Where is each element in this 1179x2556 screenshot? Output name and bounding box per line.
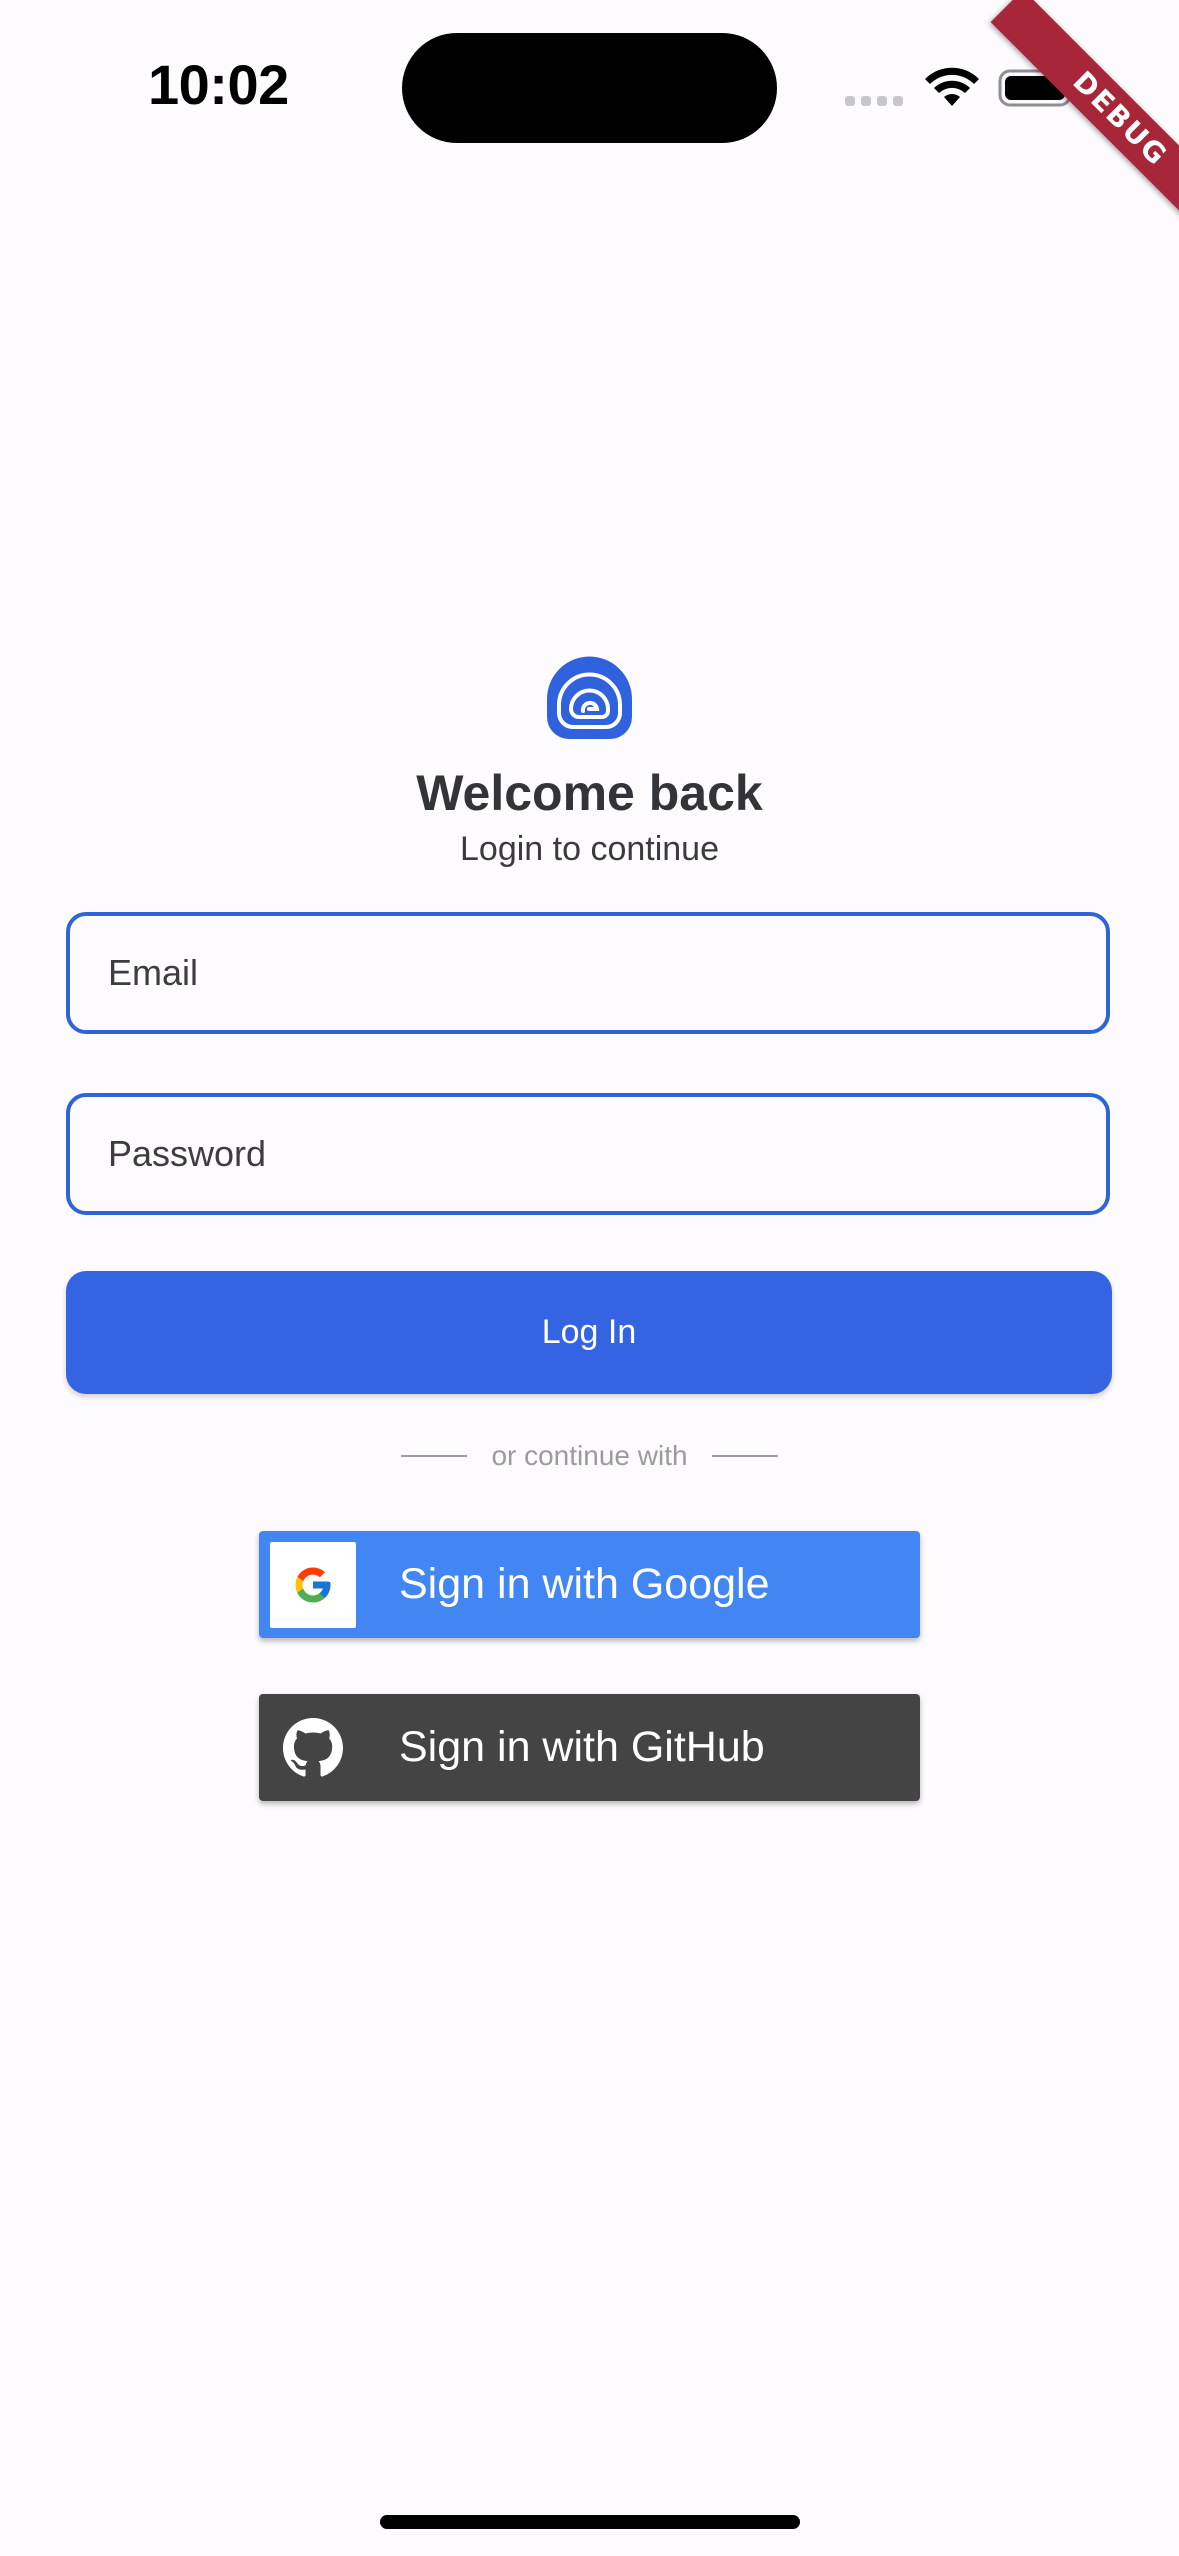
github-icon-wrap — [270, 1705, 356, 1791]
page-subtitle: Login to continue — [460, 830, 719, 868]
password-field[interactable]: Password — [66, 1093, 1110, 1215]
cell-signal-icon — [845, 94, 907, 108]
google-icon-box — [270, 1541, 356, 1628]
debug-ribbon: DEBUG — [990, 0, 1179, 249]
google-button-label: Sign in with Google — [399, 1560, 770, 1608]
page-title: Welcome back — [416, 765, 763, 821]
or-divider: or continue with — [0, 1436, 1179, 1476]
divider-line-right — [711, 1455, 778, 1457]
password-placeholder: Password — [108, 1133, 267, 1174]
github-octocat-icon — [283, 1717, 343, 1777]
home-indicator[interactable] — [380, 2515, 800, 2529]
wifi-icon — [925, 67, 979, 106]
google-sign-in-button[interactable]: Sign in with Google — [259, 1531, 920, 1638]
login-button-label: Log In — [541, 1313, 637, 1351]
email-field[interactable]: Email — [66, 912, 1110, 1034]
github-sign-in-button[interactable]: Sign in with GitHub — [259, 1694, 920, 1801]
google-g-icon — [295, 1567, 331, 1602]
dynamic-island — [402, 33, 777, 143]
divider-line-left — [401, 1455, 468, 1457]
login-button[interactable]: Log In — [66, 1271, 1112, 1394]
email-placeholder: Email — [108, 952, 199, 993]
divider-label: or continue with — [491, 1440, 688, 1471]
app-logo-icon — [547, 656, 632, 739]
github-button-label: Sign in with GitHub — [399, 1723, 765, 1771]
status-time: 10:02 — [148, 53, 289, 116]
